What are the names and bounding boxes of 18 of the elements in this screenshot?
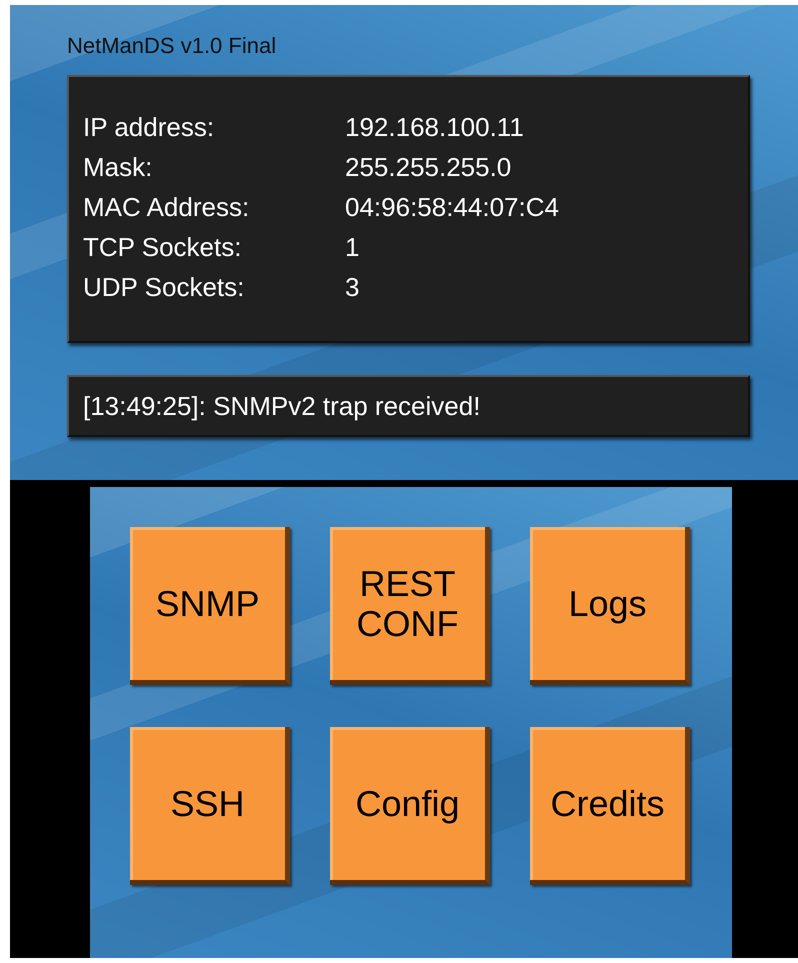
info-label: UDP Sockets:: [83, 272, 246, 302]
menu-button[interactable]: REST CONF: [330, 527, 490, 685]
info-value: 3: [345, 272, 360, 302]
app-title: NetManDS v1.0 Final: [67, 33, 278, 60]
info-value: 255.255.255.0: [345, 152, 512, 182]
info-value: 192.168.100.11: [345, 112, 524, 142]
info-label: TCP Sockets:: [83, 232, 242, 262]
info-label: MAC Address:: [83, 192, 250, 222]
info-label: IP address:: [83, 112, 216, 142]
info-value: 1: [345, 232, 360, 262]
menu-button[interactable]: Credits: [530, 727, 690, 885]
menu-button[interactable]: Logs: [530, 527, 690, 685]
status-message: [13:49:25]: SNMPv2 trap received!: [83, 390, 480, 422]
info-label: Mask:: [83, 152, 154, 182]
menu-button[interactable]: SNMP: [130, 527, 290, 685]
info-value: 04:96:58:44:07:C4: [345, 192, 559, 222]
menu-button[interactable]: SSH: [130, 727, 290, 885]
menu-button[interactable]: Config: [330, 727, 490, 885]
